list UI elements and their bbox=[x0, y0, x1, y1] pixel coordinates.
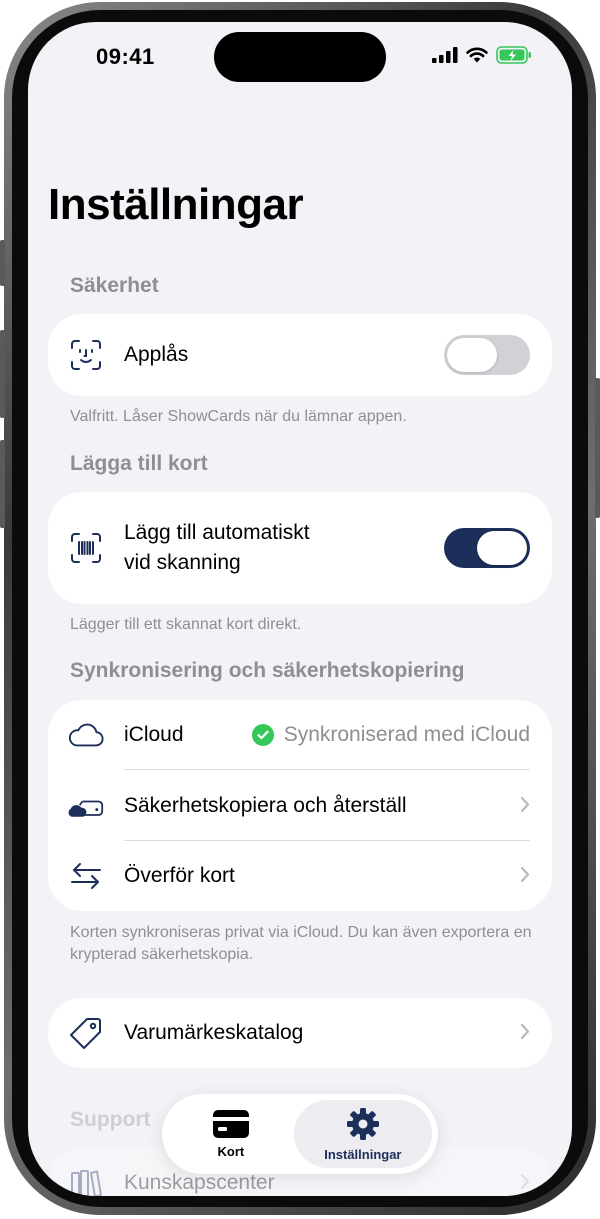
transfer-arrows-icon bbox=[68, 858, 104, 894]
tab-cards-label: Kort bbox=[217, 1143, 245, 1159]
volume-up-button bbox=[0, 330, 5, 418]
app-lock-toggle[interactable] bbox=[444, 335, 530, 375]
sync-footnote: Korten synkroniseras privat via iCloud. … bbox=[70, 924, 532, 963]
books-icon bbox=[68, 1165, 104, 1196]
screen: 09:41 Inställningar Säkerhet Applås Valf… bbox=[28, 22, 572, 1196]
auto-add-label-line2: vid skanning bbox=[124, 551, 241, 574]
wifi-icon bbox=[466, 47, 488, 63]
auto-add-label: Lägg till automatiskt vid skanning bbox=[124, 518, 310, 578]
status-icons bbox=[432, 46, 532, 64]
section-header-sync: Synkronisering och säkerhetskopiering bbox=[70, 659, 465, 682]
chevron-right-icon bbox=[520, 1170, 530, 1196]
transfer-row[interactable]: Överför kort bbox=[48, 841, 552, 911]
action-button bbox=[0, 240, 5, 286]
auto-add-toggle[interactable] bbox=[444, 528, 530, 568]
icloud-status: Synkroniserad med iCloud bbox=[251, 723, 530, 747]
transfer-label: Överför kort bbox=[124, 864, 235, 887]
app-lock-label: Applås bbox=[124, 343, 189, 366]
gear-icon bbox=[346, 1107, 379, 1140]
page-title: Inställningar bbox=[48, 180, 304, 229]
chevron-right-icon bbox=[520, 793, 530, 819]
battery-charging-icon bbox=[496, 46, 531, 64]
tab-bar: Kort Inställningar bbox=[162, 1094, 438, 1174]
face-id-icon bbox=[68, 337, 104, 373]
section-header-support: Support bbox=[70, 1108, 151, 1131]
volume-down-button bbox=[0, 440, 5, 528]
toggle-knob bbox=[477, 531, 527, 565]
section-header-security: Säkerhet bbox=[70, 274, 159, 297]
tag-icon bbox=[68, 1015, 104, 1051]
brand-catalog-row[interactable]: Varumärkeskatalog bbox=[48, 998, 552, 1068]
security-card: Applås bbox=[48, 314, 552, 396]
security-footnote: Valfritt. Låser ShowCards när du lämnar … bbox=[70, 408, 407, 425]
toggle-knob bbox=[447, 338, 497, 372]
checkmark-icon bbox=[251, 724, 274, 746]
brand-catalog-card: Varumärkeskatalog bbox=[48, 998, 552, 1068]
brand-catalog-label: Varumärkeskatalog bbox=[124, 1021, 304, 1044]
dynamic-island bbox=[214, 32, 386, 82]
cloud-icon bbox=[68, 717, 104, 753]
icloud-status-text: Synkroniserad med iCloud bbox=[283, 723, 530, 746]
tab-settings-label: Inställningar bbox=[324, 1146, 402, 1162]
tab-cards[interactable]: Kort bbox=[168, 1100, 294, 1168]
power-button bbox=[595, 378, 600, 518]
backup-label: Säkerhetskopiera och återställ bbox=[124, 793, 407, 817]
cellular-signal-icon bbox=[432, 47, 458, 63]
card-icon bbox=[212, 1109, 249, 1138]
barcode-scan-icon bbox=[68, 530, 104, 566]
auto-add-label-line1: Lägg till automatiskt bbox=[124, 521, 310, 544]
tab-settings[interactable]: Inställningar bbox=[293, 1100, 432, 1168]
cloud-drive-icon bbox=[68, 788, 104, 824]
add-cards-footnote: Lägger till ett skannat kort direkt. bbox=[70, 616, 302, 633]
icloud-row: iCloud Synkroniserad med iCloud bbox=[48, 700, 552, 770]
app-lock-row: Applås bbox=[48, 314, 552, 396]
icloud-label: iCloud bbox=[124, 723, 184, 746]
auto-add-row: Lägg till automatiskt vid skanning bbox=[48, 492, 552, 604]
add-cards-card: Lägg till automatiskt vid skanning bbox=[48, 492, 552, 604]
section-header-add-cards: Lägga till kort bbox=[70, 452, 208, 475]
status-time: 09:41 bbox=[96, 44, 155, 69]
chevron-right-icon bbox=[520, 1020, 530, 1046]
chevron-right-icon bbox=[520, 863, 530, 889]
sync-card: iCloud Synkroniserad med iCloud Säkerhet… bbox=[48, 700, 552, 911]
backup-row[interactable]: Säkerhetskopiera och återställ bbox=[48, 770, 552, 841]
